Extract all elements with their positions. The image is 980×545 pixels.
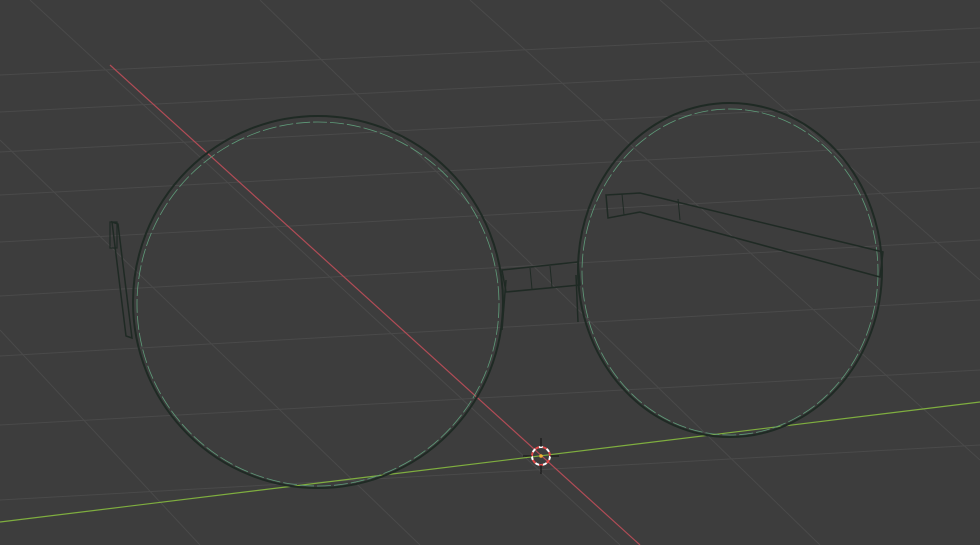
3d-cursor-center: [539, 454, 543, 458]
floor-grid: [0, 0, 980, 545]
temple-hinge-edge: [621, 193, 625, 216]
left-lens-rim[interactable]: [132, 115, 504, 489]
bridge-segment: [529, 267, 533, 290]
y-axis-line: [0, 401, 980, 523]
left-temple-arm[interactable]: [111, 220, 133, 340]
left-lens-rim-inner: [136, 121, 500, 487]
viewport-canvas[interactable]: [0, 0, 980, 545]
right-lens-rim[interactable]: [577, 102, 883, 438]
right-lens-rim-inner: [581, 108, 879, 436]
3d-viewport[interactable]: [0, 0, 980, 545]
right-temple-arm[interactable]: [605, 192, 884, 278]
x-axis-line: [109, 64, 641, 545]
